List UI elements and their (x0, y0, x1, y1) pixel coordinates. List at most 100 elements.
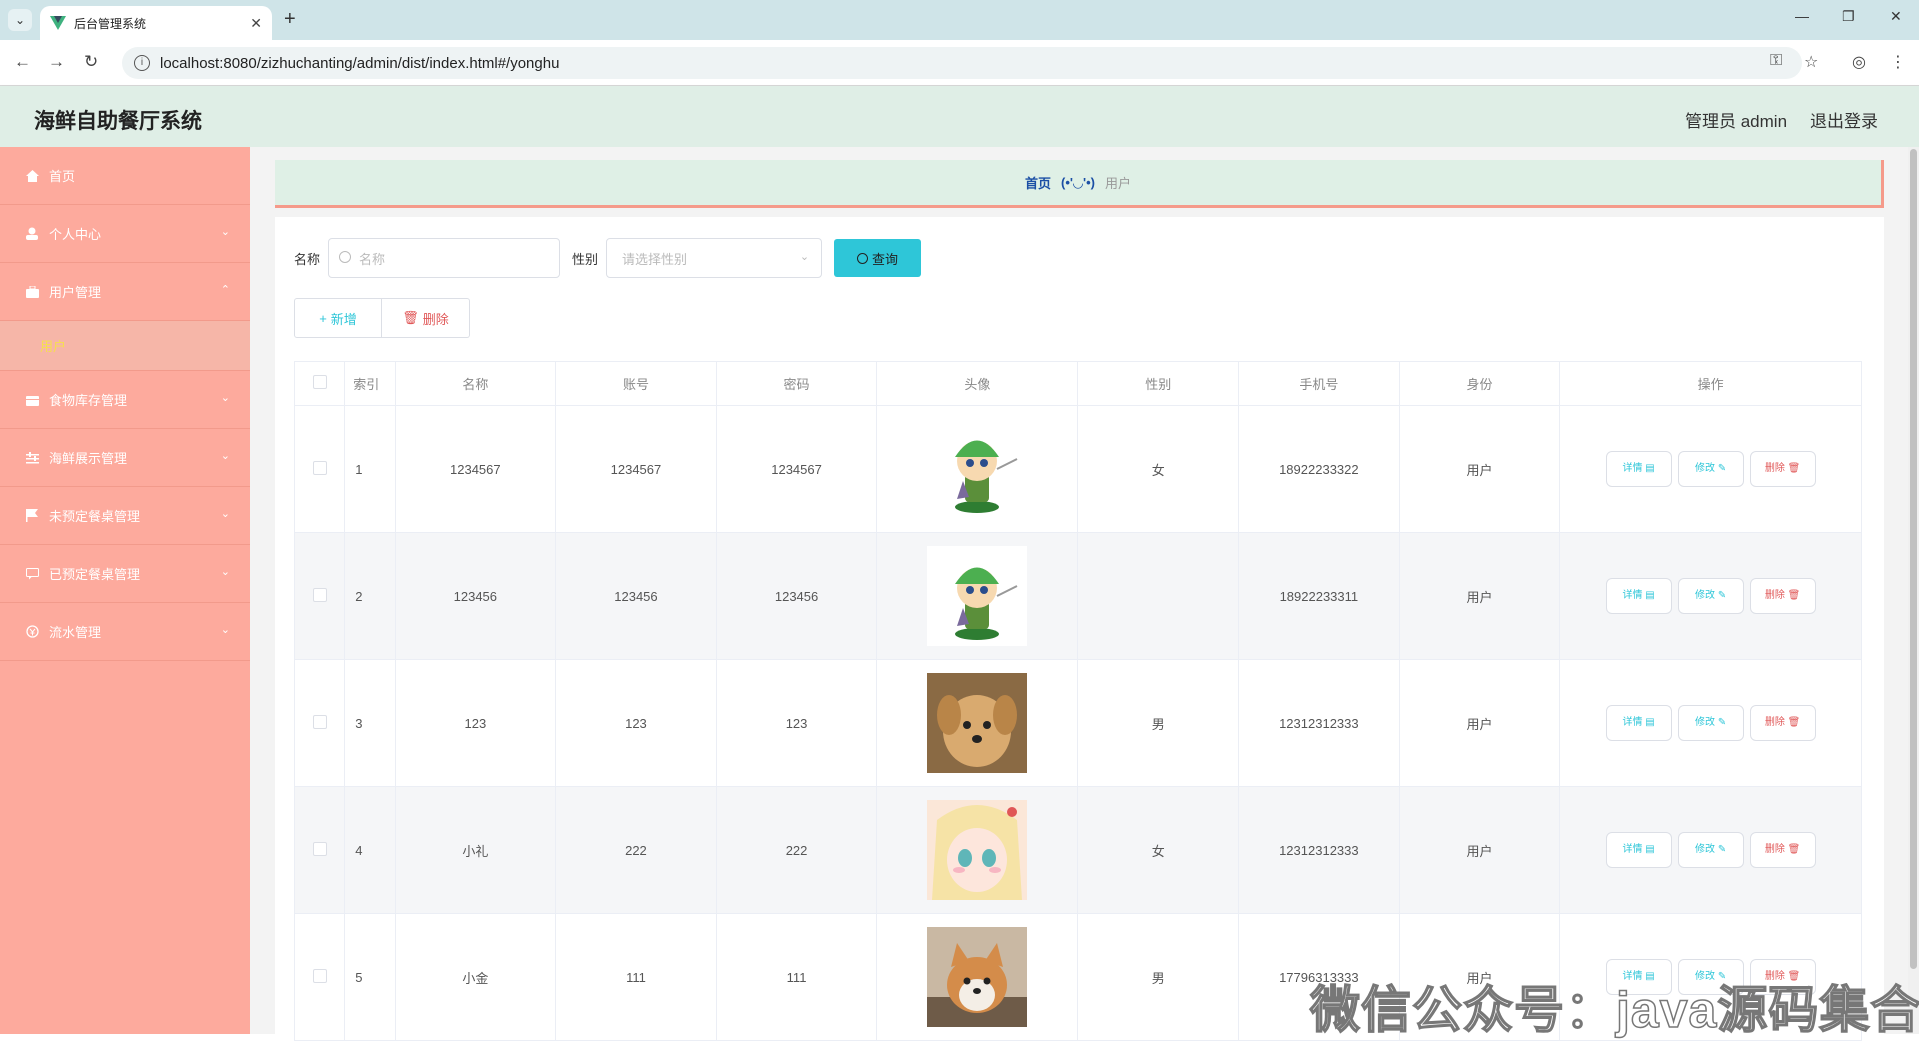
row-checkbox[interactable] (312, 587, 327, 602)
role-cell: 用户 (1398, 786, 1561, 914)
avatar-cell (876, 532, 1079, 660)
new-tab-icon[interactable]: + (284, 8, 296, 31)
logout-link[interactable]: 退出登录 (1810, 107, 1878, 132)
document-icon: ▤ (1645, 717, 1655, 728)
column-header[interactable]: 密码 (715, 361, 878, 406)
table-row[interactable]: 1 1234567 1234567 1234567 女 18922233322 用户 详情 ▤… (293, 405, 1862, 533)
close-window-icon[interactable]: ✕ (1890, 8, 1902, 25)
page-scrollbar[interactable] (1908, 147, 1919, 1034)
table-row[interactable]: 4 小礼 222 222 女 12312312333 用户 详情 ▤ 修改 ✎ 删除 🗑 (293, 786, 1862, 914)
select-cell (293, 532, 346, 660)
sidebar-item-reserved-tables[interactable]: 已预定餐桌管理 ⌄ (0, 545, 250, 603)
minimize-icon[interactable]: — (1795, 8, 1809, 24)
chat-icon (25, 567, 39, 581)
sidebar-item-home[interactable]: 首页 (0, 147, 250, 205)
tab-title: 后台管理系统 (74, 16, 147, 31)
row-checkbox[interactable] (312, 460, 327, 475)
edit-button[interactable]: 修改 ✎ (1677, 705, 1744, 741)
breadcrumb-home[interactable]: 首页 (1025, 173, 1051, 192)
profile-icon[interactable]: ◎ (1852, 52, 1866, 72)
delete-button[interactable]: 删除 🗑 (1749, 451, 1816, 487)
pencil-icon: ✎ (1717, 590, 1727, 601)
more-menu-icon[interactable]: ⋮ (1890, 52, 1906, 72)
query-button[interactable]: 查询 (834, 239, 922, 277)
detail-label: 详情 (1622, 844, 1643, 855)
edit-button[interactable]: 修改 ✎ (1677, 832, 1744, 868)
scrollbar-thumb[interactable] (1910, 149, 1917, 969)
table-row[interactable]: 3 123 123 123 男 12312312333 用户 详情 ▤ 修改 ✎ 删除 🗑 (293, 659, 1862, 787)
gender-select[interactable]: 请选择性别 ⌄ (606, 238, 823, 278)
box-icon (25, 393, 39, 407)
column-header[interactable]: 性别 (1077, 361, 1240, 406)
app-title: 海鲜自助餐厅系统 (34, 110, 202, 133)
delete-button[interactable]: 删除 🗑 (1749, 705, 1816, 741)
sidebar-item-unreserved-tables[interactable]: 未预定餐桌管理 ⌄ (0, 487, 250, 545)
detail-button[interactable]: 详情 ▤ (1605, 578, 1672, 614)
pencil-icon: ✎ (1717, 717, 1727, 728)
bookmark-star-icon[interactable]: ☆ (1804, 52, 1818, 72)
name-cell: 小金 (394, 913, 557, 1041)
name-search-input[interactable]: 名称 (328, 238, 561, 278)
sidebar-item-label: 首页 (49, 169, 76, 184)
delete-button[interactable]: 删除 🗑 (1749, 832, 1816, 868)
row-checkbox[interactable] (312, 841, 327, 856)
column-header[interactable]: 手机号 (1238, 361, 1400, 406)
role-cell: 用户 (1398, 532, 1561, 660)
column-header[interactable]: 账号 (555, 361, 717, 406)
select-all-cell (293, 361, 346, 406)
detail-button[interactable]: 详情 ▤ (1605, 705, 1672, 741)
column-header[interactable]: 头像 (876, 361, 1079, 406)
column-header[interactable]: 身份 (1398, 361, 1561, 406)
site-info-icon[interactable]: i (134, 55, 150, 71)
sidebar-item-user-management[interactable]: 用户管理 ⌃ (0, 263, 250, 321)
password-cell: 123456 (715, 532, 878, 660)
breadcrumb-separator: (•'◡'•) (1061, 174, 1095, 190)
close-tab-icon[interactable]: ✕ (250, 15, 262, 32)
add-button[interactable]: + 新增 (294, 298, 382, 338)
edit-button[interactable]: 修改 ✎ (1677, 451, 1744, 487)
restore-icon[interactable]: ❐ (1842, 8, 1855, 25)
sidebar-item-seafood-display[interactable]: 海鲜展示管理 ⌄ (0, 429, 250, 487)
trash-icon: 🗑 (1787, 717, 1801, 728)
detail-button[interactable]: 详情 ▤ (1605, 451, 1672, 487)
operations-cell: 详情 ▤ 修改 ✎ 删除 🗑 (1559, 405, 1862, 533)
briefcase-icon (25, 285, 39, 299)
sidebar-item-label: 未预定餐桌管理 (49, 509, 141, 524)
column-header[interactable]: 名称 (394, 361, 557, 406)
gender-cell: 男 (1077, 659, 1240, 787)
index-cell: 4 (344, 786, 396, 914)
edit-button[interactable]: 修改 ✎ (1677, 578, 1744, 614)
reload-icon[interactable]: ↻ (84, 52, 98, 72)
gender-placeholder: 请选择性别 (622, 251, 688, 267)
name-cell: 123456 (394, 532, 557, 660)
delete-button[interactable]: 删除 🗑 (1749, 578, 1816, 614)
select-cell (293, 405, 346, 533)
sidebar-item-food-inventory[interactable]: 食物库存管理 ⌄ (0, 371, 250, 429)
search-icon (857, 252, 869, 264)
forward-icon[interactable]: → (48, 52, 65, 72)
url-field[interactable]: i localhost:8080/zizhuchanting/admin/dis… (122, 47, 1802, 79)
content-panel: 名称 名称 性别 请选择性别 ⌄ 查询 + 新增 🗑 删除 索引 名称 账号 密… (275, 217, 1884, 1041)
account-cell: 222 (555, 786, 717, 914)
tab-search-chevron-icon[interactable]: ⌄ (8, 9, 32, 31)
breadcrumb-current: 用户 (1104, 176, 1131, 191)
avatar (927, 546, 1028, 646)
password-key-icon[interactable]: ⚿ (1770, 52, 1782, 70)
browser-tab[interactable]: 后台管理系统 ✕ (40, 6, 272, 40)
gender-cell (1077, 532, 1240, 660)
row-checkbox[interactable] (312, 968, 327, 983)
detail-button[interactable]: 详情 ▤ (1605, 832, 1672, 868)
home-icon (25, 169, 39, 183)
sidebar-subitem-user[interactable]: 用户 (0, 321, 250, 371)
batch-delete-button[interactable]: 🗑 删除 (382, 298, 470, 338)
sidebar-item-transactions[interactable]: 流水管理 ⌄ (0, 603, 250, 661)
column-header[interactable]: 索引 (344, 361, 396, 406)
account-cell: 111 (555, 913, 717, 1041)
back-icon[interactable]: ← (14, 52, 31, 72)
detail-label: 详情 (1622, 590, 1643, 601)
sidebar-item-personal-center[interactable]: 个人中心 ⌄ (0, 205, 250, 263)
select-all-checkbox[interactable] (312, 375, 327, 389)
sidebar-item-label: 已预定餐桌管理 (49, 567, 141, 582)
table-row[interactable]: 2 123456 123456 123456 18922233311 用户 详情 ▤ 修改 ✎… (293, 532, 1862, 660)
row-checkbox[interactable] (312, 714, 327, 729)
